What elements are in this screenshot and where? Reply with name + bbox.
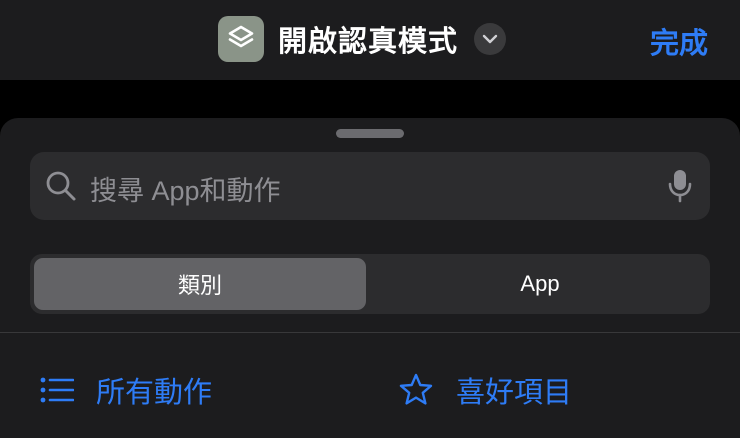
- sheet-grabber[interactable]: [336, 129, 404, 138]
- search-field[interactable]: 搜尋 App和動作: [30, 152, 710, 220]
- chevron-down-icon: [482, 34, 498, 44]
- search-icon: [46, 171, 76, 201]
- navigation-bar: 開啟認真模式 完成: [0, 0, 740, 80]
- favorites-button[interactable]: 喜好項目: [398, 368, 572, 412]
- shortcut-title-group[interactable]: 開啟認真模式: [218, 16, 507, 62]
- title-menu-button[interactable]: [474, 23, 507, 55]
- search-input[interactable]: 搜尋 App和動作: [90, 169, 281, 208]
- star-icon: [399, 373, 433, 405]
- done-button[interactable]: 完成: [650, 20, 708, 62]
- shortcut-icon[interactable]: [218, 16, 264, 62]
- action-library-sheet: 搜尋 App和動作 類別 App 所有動作 喜好項目: [0, 118, 740, 438]
- layers-icon: [228, 25, 254, 48]
- all-actions-label: 所有動作: [96, 375, 213, 409]
- shortcut-title[interactable]: 開啟認真模式: [278, 18, 458, 60]
- favorites-label: 喜好項目: [456, 375, 573, 409]
- list-icon: [40, 377, 74, 403]
- library-segmented-control: 類別 App: [30, 254, 710, 314]
- segment-categories[interactable]: 類別: [34, 258, 366, 310]
- divider: [0, 332, 740, 333]
- all-actions-button[interactable]: 所有動作: [40, 368, 212, 412]
- segment-apps[interactable]: App: [374, 258, 706, 310]
- microphone-icon[interactable]: [668, 168, 692, 204]
